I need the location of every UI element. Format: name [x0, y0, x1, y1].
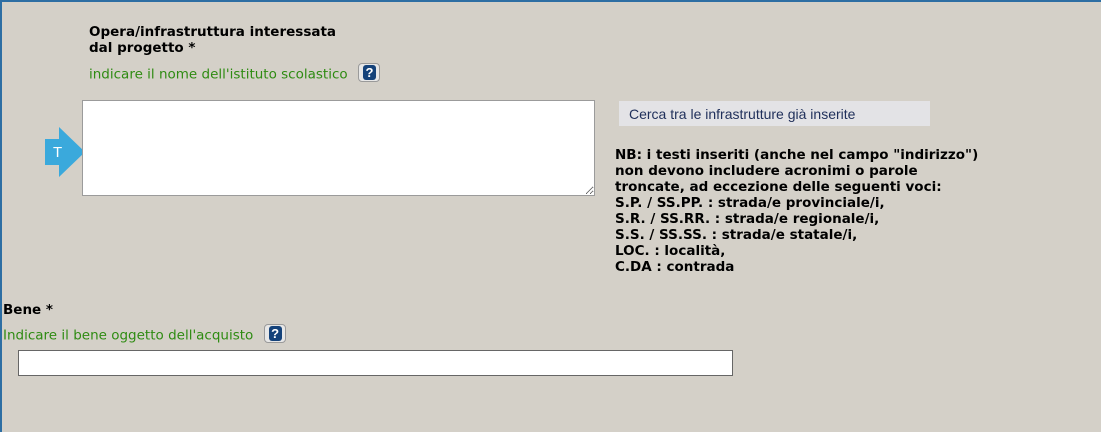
opera-help-button[interactable]: ?	[357, 63, 380, 82]
nb-line: S.S. / SS.SS. : strada/e statale/i,	[615, 227, 858, 243]
nb-line: NB: i testi inseriti (anche nel campo "i…	[615, 147, 979, 163]
bene-label: Bene *	[3, 302, 53, 318]
opera-textarea[interactable]	[82, 100, 595, 196]
arrow-t-icon: T	[45, 127, 85, 177]
nb-line: LOC. : località,	[615, 243, 726, 259]
nb-note: NB: i testi inseriti (anche nel campo "i…	[615, 147, 1075, 275]
arrow-letter: T	[53, 144, 62, 161]
nb-line: non devono includere acronimi o parole	[615, 163, 918, 179]
nb-line: S.R. / SS.RR. : strada/e regionale/i,	[615, 211, 880, 227]
opera-hint-text: indicare il nome dell'istituto scolastic…	[89, 66, 348, 83]
nb-line: S.P. / SS.PP. : strada/e provinciale/i,	[615, 195, 885, 211]
bene-input[interactable]	[18, 350, 733, 376]
opera-label-line1: Opera/infrastruttura interessata	[89, 24, 337, 40]
bene-help-button[interactable]: ?	[263, 324, 286, 343]
panel-left-border	[0, 0, 2, 432]
bene-hint-text: Indicare il bene oggetto dell'acquisto	[3, 327, 254, 344]
nb-line: troncate, ad eccezione delle seguenti vo…	[615, 179, 942, 195]
nb-line: C.DA : contrada	[615, 259, 735, 275]
panel-top-border	[0, 0, 1101, 2]
bene-hint: Indicare il bene oggetto dell'acquisto ?	[3, 324, 286, 345]
opera-hint: indicare il nome dell'istituto scolastic…	[89, 63, 380, 84]
question-icon: ?	[362, 65, 376, 80]
search-infrastructures-button[interactable]: Cerca tra le infrastrutture già inserite	[619, 101, 930, 126]
question-icon: ?	[268, 326, 282, 341]
opera-label-line2: dal progetto *	[89, 40, 196, 56]
